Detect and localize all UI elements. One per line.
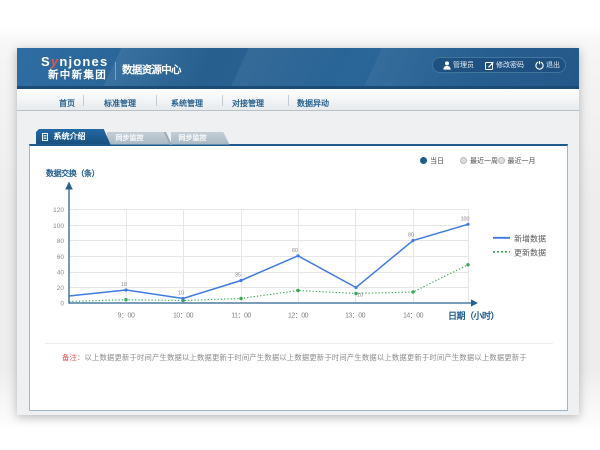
- svg-text:数据交换（条）: 数据交换（条）: [46, 168, 99, 178]
- svg-text:35: 35: [235, 273, 241, 279]
- svg-text:13：00: 13：00: [345, 313, 366, 320]
- svg-text:60: 60: [292, 248, 298, 254]
- svg-text:20: 20: [57, 285, 65, 292]
- svg-text:12：00: 12：00: [288, 313, 309, 320]
- svg-text:100: 100: [53, 223, 64, 230]
- svg-text:日期（小时）: 日期（小时）: [448, 310, 499, 321]
- svg-text:100: 100: [461, 217, 470, 223]
- svg-text:新增数据: 新增数据: [514, 233, 546, 243]
- svg-text:9：00: 9：00: [118, 313, 135, 320]
- svg-text:80: 80: [408, 233, 414, 239]
- svg-text:更新数据: 更新数据: [514, 247, 546, 257]
- svg-text:10：00: 10：00: [173, 313, 194, 320]
- svg-text:40: 40: [57, 270, 65, 277]
- svg-text:18: 18: [121, 282, 127, 288]
- svg-text:10: 10: [357, 293, 363, 299]
- svg-text:60: 60: [57, 254, 65, 261]
- svg-text:80: 80: [57, 238, 65, 245]
- svg-text:14：00: 14：00: [403, 313, 424, 320]
- svg-text:120: 120: [53, 207, 64, 214]
- svg-text:10: 10: [178, 291, 184, 297]
- svg-text:0: 0: [60, 301, 64, 308]
- svg-text:11：00: 11：00: [231, 313, 251, 320]
